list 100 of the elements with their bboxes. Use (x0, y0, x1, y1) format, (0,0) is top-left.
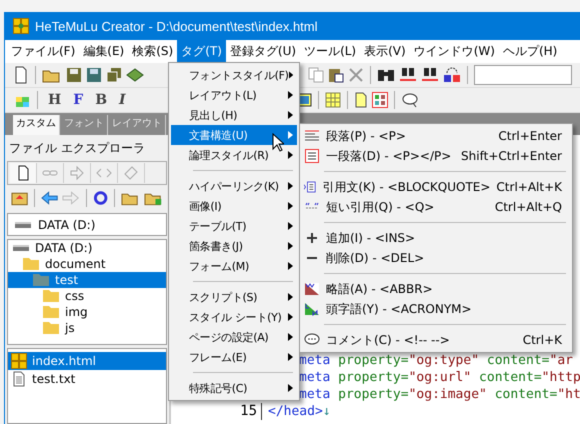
speech-bubble-icon (304, 333, 320, 347)
back-arrow-icon[interactable] (41, 190, 58, 206)
menu-bar-item[interactable]: ウインドウ(W) (410, 40, 499, 63)
file-item[interactable]: test.txt (8, 370, 166, 388)
submenu-arrow-icon (288, 91, 293, 99)
menu-item[interactable]: 追加(I) - <INS> (300, 228, 572, 248)
menu-item[interactable]: ハイパーリンク(K) (171, 176, 297, 196)
submenu-arrow-icon (288, 313, 293, 321)
acronym-icon (304, 302, 320, 316)
code-line: meta property="og:url" content="http (299, 370, 580, 385)
code-line: </head>↓ (268, 404, 331, 419)
format-button[interactable]: H (44, 92, 66, 108)
tree-item[interactable]: DATA (D:) (8, 240, 166, 256)
tree-item[interactable]: css (8, 288, 166, 304)
tree-item[interactable]: test (8, 272, 166, 288)
speech-bubble-icon[interactable] (400, 92, 419, 108)
text-file-icon (11, 371, 27, 387)
mouse-cursor-icon (272, 133, 284, 152)
new-file-icon[interactable] (13, 66, 29, 84)
table-icon[interactable] (324, 92, 341, 108)
menu-bar-item[interactable]: ヘルプ(H) (498, 40, 562, 63)
save-icon[interactable] (86, 67, 102, 83)
refresh-icon[interactable] (92, 190, 108, 206)
folder-icon (42, 305, 60, 319)
palette-tab[interactable]: カスタム (13, 115, 60, 135)
submenu-arrow-icon (288, 222, 293, 230)
tree-item[interactable]: document (8, 256, 166, 272)
menu-item[interactable]: 頭字語(Y) - <ACRONYM> (300, 299, 572, 319)
format-button[interactable]: F (69, 92, 88, 108)
quote-block-icon (304, 180, 316, 194)
format-button[interactable]: B (91, 92, 112, 108)
menu-item[interactable]: 引用文(K) - <BLOCKQUOTE> Ctrl+Alt+K (300, 177, 572, 197)
submenu-arrow-icon (288, 182, 293, 190)
menu-item[interactable]: フレーム(E) (171, 347, 297, 367)
menu-bar-item[interactable]: ツール(L) (300, 40, 360, 63)
boxed-lines-icon (304, 149, 320, 163)
save-all-icon[interactable] (106, 67, 122, 83)
menu-item[interactable]: テーブル(T) (171, 216, 297, 236)
replace-icon[interactable] (443, 67, 461, 83)
menu-item[interactable]: 短い引用(Q) - <Q> Ctrl+Alt+Q (300, 197, 572, 217)
html-file-icon (11, 353, 27, 369)
paste-icon[interactable] (328, 67, 344, 83)
menu-item[interactable]: 一段落(D) - <P></P> Shift+Ctrl+Enter (300, 146, 572, 166)
menu-bar-item[interactable]: タグ(T) (177, 40, 226, 63)
tree-item[interactable]: img (8, 304, 166, 320)
menu-item[interactable]: 論理スタイル(R) (171, 145, 297, 165)
menu-bar-item[interactable]: ファイル(F) (7, 40, 80, 63)
submenu-arrow-icon (288, 333, 293, 341)
menu-item[interactable]: 画像(I) (171, 196, 297, 216)
tree-item[interactable]: js (8, 320, 166, 336)
submenu-arrow-icon (288, 202, 293, 210)
drive-icon (12, 244, 30, 252)
code-line: meta property="og:type" content="ar (299, 353, 573, 368)
menu-item[interactable]: フォントスタイル(F) (171, 65, 297, 85)
menu-bar-item[interactable]: 検索(S) (128, 40, 178, 63)
menu-bar-item[interactable]: 表示(V) (360, 40, 410, 63)
submenu-arrow-icon (288, 151, 293, 159)
submenu-arrow-icon (288, 111, 293, 119)
menu-item[interactable]: スタイル シート(Y) (171, 307, 297, 327)
document-icon[interactable] (354, 92, 368, 108)
menu-item[interactable]: フォーム(M) (171, 256, 297, 276)
menu-bar-item[interactable]: 編集(E) (79, 40, 128, 63)
format-button[interactable]: I (115, 92, 130, 108)
window-title: HeTeMuLu Creator - D:\document\test\index.html (35, 18, 318, 34)
submenu-arrow-icon (288, 71, 293, 79)
submenu-arrow-icon (288, 242, 293, 250)
submenu-arrow-icon (288, 353, 293, 361)
search-field[interactable] (474, 65, 572, 85)
menu-bar-item[interactable]: 登録タグ(U) (226, 40, 300, 63)
save-icon[interactable] (66, 67, 82, 83)
menu-item[interactable]: 段落(P) - <P> Ctrl+Enter (300, 126, 572, 146)
menu-item[interactable]: レイアウト(L) (171, 85, 297, 105)
drive-icon (14, 220, 32, 228)
drive-dropdown[interactable]: DATA (D:) (7, 213, 167, 236)
submenu-arrow-icon (288, 262, 293, 270)
line-number: 15 (171, 403, 262, 420)
folder-icon (32, 273, 50, 287)
menu-item[interactable]: スクリプト(S) (171, 287, 297, 307)
folder-icon (42, 321, 60, 335)
plus-icon (304, 231, 320, 245)
submenu-arrow-icon (288, 293, 293, 301)
panel-title: ファイル エクスプローラ (8, 140, 146, 157)
menu-item[interactable]: 特殊記号(C) (171, 378, 297, 398)
menu-item[interactable]: 削除(D) - <DEL> (300, 248, 572, 268)
file-tab-icon[interactable] (10, 163, 37, 183)
up-folder-icon[interactable] (11, 190, 28, 206)
layout-blocks-icon[interactable] (372, 92, 388, 108)
menu-item[interactable]: 箇条書き(J) (171, 236, 297, 256)
abbreviation-icon (304, 282, 320, 296)
file-item[interactable]: index.html (8, 352, 166, 370)
app-logo-icon (13, 18, 29, 34)
menu-item[interactable]: 略語(A) - <ABBR> (300, 279, 572, 299)
menu-item[interactable]: コメント(C) - <!-- --> Ctrl+K (300, 330, 572, 350)
menu-item[interactable]: 文書構造(U) (171, 125, 297, 145)
paragraph-lines-icon (304, 129, 320, 143)
code-line: meta property="og:image" content="ht (299, 387, 580, 402)
submenu-arrow-icon (288, 131, 293, 139)
menu-item[interactable]: ページの設定(A) (171, 327, 297, 347)
submenu-arrow-icon (288, 384, 293, 392)
menu-item[interactable]: 見出し(H) (171, 105, 297, 125)
